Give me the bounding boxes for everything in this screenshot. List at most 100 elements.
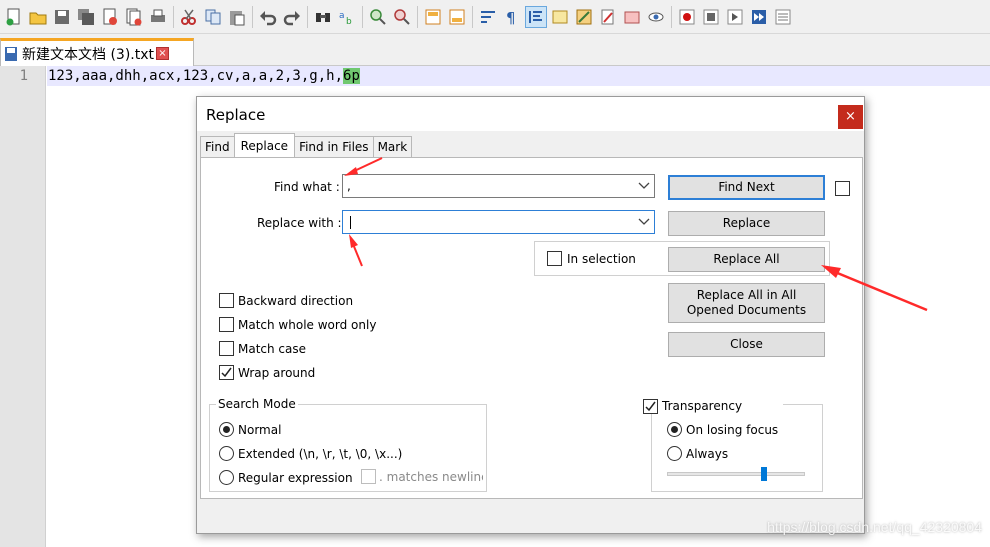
transparency-slider-thumb[interactable] bbox=[760, 467, 767, 481]
toolbar-separator bbox=[307, 5, 308, 28]
toolbar-separator bbox=[362, 5, 363, 28]
svg-text:¶: ¶ bbox=[506, 9, 516, 26]
file-tab[interactable]: 新建文本文档 (3).txt × bbox=[0, 38, 194, 66]
wrap-around-checkbox[interactable] bbox=[219, 365, 234, 380]
match-whole-word-label: Match whole word only bbox=[238, 318, 377, 332]
cut-icon[interactable] bbox=[179, 7, 199, 27]
dialog-status-strip bbox=[197, 501, 864, 533]
toolbar-separator bbox=[472, 5, 473, 28]
matches-newline-checkbox[interactable] bbox=[361, 469, 376, 484]
close-button[interactable]: Close bbox=[668, 332, 825, 357]
copy-icon[interactable] bbox=[203, 7, 223, 27]
file-tab-bar: 新建文本文档 (3).txt × bbox=[0, 34, 990, 66]
run-macro-multiple-icon[interactable] bbox=[749, 7, 769, 27]
save-icon[interactable] bbox=[52, 7, 72, 27]
tab-replace[interactable]: Replace bbox=[233, 133, 296, 158]
print-icon[interactable] bbox=[148, 7, 168, 27]
show-all-chars-icon[interactable]: ¶ bbox=[502, 7, 522, 27]
find-what-value: , bbox=[347, 179, 351, 193]
find-icon[interactable] bbox=[313, 7, 333, 27]
find-next-button[interactable]: Find Next bbox=[668, 175, 825, 200]
stop-macro-icon[interactable] bbox=[701, 7, 721, 27]
indent-guide-icon[interactable] bbox=[525, 5, 547, 28]
match-whole-word-checkbox[interactable] bbox=[219, 317, 234, 332]
search-mode-title: Search Mode bbox=[216, 397, 298, 411]
file-saved-icon bbox=[5, 46, 17, 61]
in-selection-checkbox[interactable] bbox=[547, 251, 562, 266]
code-line[interactable]: 123,aaa,dhh,acx,123,cv,a,a,2,3,g,h,6p bbox=[48, 68, 360, 84]
annotation-arrow-replace bbox=[349, 234, 363, 267]
transparency-on-losing-focus-label: On losing focus bbox=[686, 423, 779, 437]
backward-direction-label: Backward direction bbox=[238, 294, 354, 308]
replace-with-combobox[interactable] bbox=[342, 210, 655, 234]
wrap-around-label: Wrap around bbox=[238, 366, 316, 380]
replace-all-button[interactable]: Replace All bbox=[668, 247, 825, 272]
checkmark-icon bbox=[221, 367, 232, 378]
dialog-title: Replace bbox=[206, 106, 266, 124]
paste-icon[interactable] bbox=[227, 7, 247, 27]
code-text: 123,aaa,dhh,acx,123,cv,a,a,2,3,g,h, bbox=[48, 68, 344, 84]
replace-all-opened-docs-button[interactable]: Replace All in All Opened Documents bbox=[668, 283, 825, 323]
transparency-always-label: Always bbox=[686, 447, 729, 461]
annotation-arrow-find bbox=[344, 157, 383, 176]
transparency-always-radio[interactable] bbox=[667, 446, 682, 461]
transparency-checkbox[interactable] bbox=[643, 399, 658, 414]
chevron-down-icon[interactable] bbox=[638, 217, 650, 227]
sync-vertical-icon[interactable] bbox=[423, 7, 443, 27]
match-case-checkbox[interactable] bbox=[219, 341, 234, 356]
redo-icon[interactable] bbox=[282, 7, 302, 27]
replace-button[interactable]: Replace bbox=[668, 211, 825, 236]
undo-icon[interactable] bbox=[258, 7, 278, 27]
find-what-label: Find what : bbox=[274, 180, 340, 194]
tab-find[interactable]: Find bbox=[200, 136, 235, 158]
annotation-arrow-replace-all bbox=[821, 265, 928, 312]
zoom-in-icon[interactable] bbox=[368, 7, 388, 27]
replace-with-label: Replace with : bbox=[257, 216, 342, 230]
doc-map-icon[interactable] bbox=[550, 7, 570, 27]
save-macro-icon[interactable] bbox=[773, 7, 793, 27]
transparency-on-losing-focus-radio[interactable] bbox=[667, 422, 682, 437]
replace-dialog: Replace × Find Replace Find in Files Mar… bbox=[196, 96, 865, 534]
watermark: https://blog.csdn.net/qq_42320804 bbox=[767, 519, 982, 535]
svg-text:b: b bbox=[346, 17, 352, 26]
svg-text:a: a bbox=[339, 11, 345, 21]
zoom-out-icon[interactable] bbox=[392, 7, 412, 27]
sync-horizontal-icon[interactable] bbox=[447, 7, 467, 27]
find-next-option-checkbox[interactable] bbox=[835, 181, 850, 196]
new-file-icon[interactable] bbox=[4, 7, 24, 27]
monitoring-eye-icon[interactable] bbox=[646, 7, 666, 27]
close-tab-icon[interactable]: × bbox=[156, 47, 169, 60]
checkmark-icon bbox=[645, 401, 656, 412]
replace-icon[interactable]: ab bbox=[337, 7, 357, 27]
search-mode-regex-radio[interactable] bbox=[219, 470, 234, 485]
in-selection-label: In selection bbox=[567, 252, 636, 266]
dialog-close-button[interactable]: × bbox=[838, 105, 863, 129]
replace-panel: Find what : , Replace with : Find Next R… bbox=[200, 157, 863, 499]
code-text-highlighted: 6p bbox=[343, 68, 360, 84]
search-mode-regex-label: Regular expression bbox=[238, 471, 353, 485]
project-panel-icon[interactable] bbox=[622, 7, 642, 27]
toolbar-separator bbox=[417, 5, 418, 28]
backward-direction-checkbox[interactable] bbox=[219, 293, 234, 308]
chevron-down-icon[interactable] bbox=[638, 181, 650, 191]
folder-workspace-icon[interactable] bbox=[598, 7, 618, 27]
function-list-icon[interactable] bbox=[574, 7, 594, 27]
open-file-icon[interactable] bbox=[28, 7, 48, 27]
search-mode-normal-label: Normal bbox=[238, 423, 282, 437]
search-mode-normal-radio[interactable] bbox=[219, 422, 234, 437]
play-macro-icon[interactable] bbox=[725, 7, 745, 27]
close-all-icon[interactable] bbox=[124, 7, 144, 27]
record-macro-icon[interactable] bbox=[677, 7, 697, 27]
radio-selected-dot bbox=[223, 426, 230, 433]
close-file-icon[interactable] bbox=[100, 7, 120, 27]
search-mode-extended-radio[interactable] bbox=[219, 446, 234, 461]
file-tab-name: 新建文本文档 (3).txt bbox=[22, 46, 154, 63]
radio-selected-dot bbox=[671, 426, 678, 433]
toolbar-separator bbox=[252, 5, 253, 28]
text-cursor bbox=[350, 216, 351, 229]
dialog-title-bar[interactable]: Replace × bbox=[197, 97, 864, 131]
transparency-slider-track[interactable] bbox=[667, 472, 805, 476]
word-wrap-icon[interactable] bbox=[478, 7, 498, 27]
save-all-icon[interactable] bbox=[76, 7, 96, 27]
match-case-label: Match case bbox=[238, 342, 307, 356]
